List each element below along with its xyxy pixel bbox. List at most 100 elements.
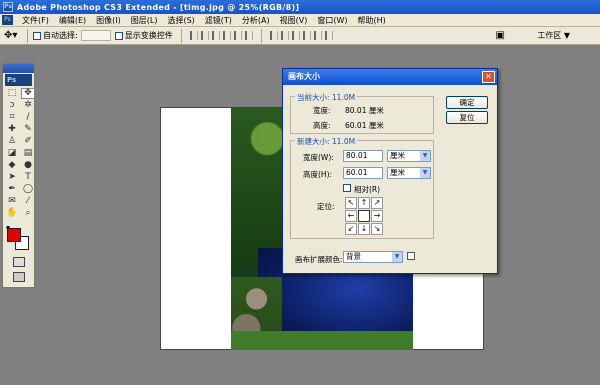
anchor-center[interactable] — [358, 210, 370, 222]
show-transform-label: 显示变换控件 — [124, 31, 173, 40]
new-width-unit-select[interactable]: 厘米 ▼ — [387, 150, 431, 162]
toolbox-brand: Ps — [5, 74, 32, 86]
menu-select[interactable]: 选择(S) — [162, 15, 199, 26]
ext-color-select[interactable]: 背景 ▼ — [343, 251, 403, 263]
history-brush-tool-icon[interactable]: ✐ — [21, 136, 35, 147]
anchor-top-left[interactable]: ↖ — [345, 197, 357, 209]
canvas-size-dialog: 画布大小 ✕ 当前大小: 11.0M 宽度: 80.01 厘米 高度: 60.0… — [282, 68, 498, 274]
relative-label: 相对(R) — [354, 185, 381, 194]
distribute-buttons — [269, 31, 333, 40]
align-bottom-icon[interactable] — [211, 31, 220, 40]
current-height-value: 60.01 厘米 — [345, 121, 384, 130]
anchor-grid: ↖ ↑ ↗ ← → ↙ ↓ ↘ — [345, 197, 383, 235]
blur-tool-icon[interactable]: ◆ — [5, 160, 19, 171]
gradient-tool-icon[interactable]: ▤ — [21, 148, 35, 159]
align-vcenter-icon[interactable] — [200, 31, 209, 40]
align-top-icon[interactable] — [189, 31, 198, 40]
dodge-tool-icon[interactable]: ● — [21, 160, 35, 171]
shape-tool-icon[interactable]: ◯ — [21, 184, 35, 195]
anchor-right[interactable]: → — [371, 210, 383, 222]
distribute-bottom-icon[interactable] — [291, 31, 300, 40]
magic-wand-tool-icon[interactable]: ✲ — [21, 100, 35, 111]
align-buttons — [189, 31, 253, 40]
screen-mode-icon[interactable] — [13, 272, 25, 282]
align-right-icon[interactable] — [244, 31, 253, 40]
anchor-bottom-right[interactable]: ↘ — [371, 223, 383, 235]
anchor-bottom-left[interactable]: ↙ — [345, 223, 357, 235]
distribute-left-icon[interactable] — [302, 31, 311, 40]
auto-select-dropdown[interactable] — [80, 30, 111, 41]
new-height-unit-select[interactable]: 厘米 ▼ — [387, 167, 431, 179]
foreground-color-swatch[interactable] — [7, 228, 21, 242]
camera-icon[interactable]: ▣ — [496, 30, 505, 41]
menu-help[interactable]: 帮助(H) — [353, 15, 391, 26]
chevron-down-icon: ▼ — [392, 252, 402, 262]
marquee-tool-icon[interactable]: ⬚ — [5, 88, 19, 99]
ext-color-label: 画布扩展颜色: — [295, 255, 343, 264]
relative-checkbox[interactable] — [343, 184, 351, 192]
distribute-vcenter-icon[interactable] — [280, 31, 289, 40]
menu-layer[interactable]: 图层(L) — [126, 15, 163, 26]
window-title: Adobe Photoshop CS3 Extended - [timg.jpg… — [17, 2, 300, 12]
slice-tool-icon[interactable]: ∕ — [21, 112, 35, 123]
brush-tool-icon[interactable]: ✎ — [21, 124, 35, 135]
move-tool-icon[interactable]: ✥▾ — [4, 30, 22, 42]
menu-view[interactable]: 视图(V) — [275, 15, 313, 26]
options-bar: ✥▾ 自动选择: 显示变换控件 ▣ 工作区 ▼ — [0, 27, 600, 45]
path-select-tool-icon[interactable]: ➤ — [5, 172, 19, 183]
chevron-down-icon: ▼ — [420, 151, 430, 161]
anchor-bottom[interactable]: ↓ — [358, 223, 370, 235]
reset-button[interactable]: 复位 — [446, 111, 488, 124]
eyedropper-tool-icon[interactable]: ⁄ — [21, 196, 35, 207]
photoshop-logo-icon[interactable]: Ps — [2, 15, 13, 25]
separator — [180, 28, 182, 43]
chevron-down-icon: ▼ — [420, 168, 430, 178]
ok-button[interactable]: 确定 — [446, 96, 488, 109]
align-hcenter-icon[interactable] — [233, 31, 242, 40]
current-size-title: 当前大小: 11.0M — [295, 92, 358, 103]
auto-select-label: 自动选择: — [43, 31, 78, 40]
toolbox-header[interactable] — [3, 64, 34, 73]
move-tool-icon[interactable]: ✥ — [21, 88, 35, 99]
menu-filter[interactable]: 滤镜(T) — [200, 15, 237, 26]
quick-mask-icon[interactable] — [13, 257, 25, 267]
eraser-tool-icon[interactable]: ◪ — [5, 148, 19, 159]
new-size-title: 新建大小: 11.0M — [295, 136, 358, 147]
menu-analysis[interactable]: 分析(A) — [237, 15, 275, 26]
menu-image[interactable]: 图像(I) — [91, 15, 126, 26]
menu-file[interactable]: 文件(F) — [17, 15, 54, 26]
anchor-top[interactable]: ↑ — [358, 197, 370, 209]
menu-edit[interactable]: 编辑(E) — [54, 15, 91, 26]
healing-tool-icon[interactable]: ✚ — [5, 124, 19, 135]
new-height-input[interactable]: 60.01 — [343, 167, 383, 179]
close-icon[interactable]: ✕ — [482, 71, 495, 83]
zoom-tool-icon[interactable]: ⌕ — [21, 208, 35, 219]
hand-tool-icon[interactable]: ✋ — [5, 208, 19, 219]
menu-window[interactable]: 窗口(W) — [312, 15, 352, 26]
crop-tool-icon[interactable]: ⌗ — [5, 112, 19, 123]
separator — [260, 28, 262, 43]
distribute-hcenter-icon[interactable] — [313, 31, 322, 40]
current-size-group: 当前大小: 11.0M 宽度: 80.01 厘米 高度: 60.01 厘米 — [290, 92, 434, 134]
distribute-right-icon[interactable] — [324, 31, 333, 40]
workspace-menu[interactable]: 工作区 ▼ — [537, 30, 570, 41]
new-width-label: 宽度(W): — [303, 153, 334, 162]
dialog-title: 画布大小 — [283, 69, 497, 85]
new-width-input[interactable]: 80.01 — [343, 150, 383, 162]
pen-tool-icon[interactable]: ✒ — [5, 184, 19, 195]
current-width-label: 宽度: — [313, 106, 331, 115]
auto-select-checkbox[interactable] — [33, 31, 41, 40]
lasso-tool-icon[interactable]: ↄ — [5, 100, 19, 111]
ext-color-swatch[interactable] — [407, 252, 415, 260]
show-transform-checkbox[interactable] — [114, 31, 123, 40]
anchor-label: 定位: — [317, 202, 335, 211]
notes-tool-icon[interactable]: ✉ — [5, 196, 19, 207]
align-left-icon[interactable] — [222, 31, 231, 40]
anchor-top-right[interactable]: ↗ — [371, 197, 383, 209]
stamp-tool-icon[interactable]: ♙ — [5, 136, 19, 147]
type-tool-icon[interactable]: T — [21, 172, 35, 183]
menu-bar: Ps 文件(F) 编辑(E) 图像(I) 图层(L) 选择(S) 滤镜(T) 分… — [0, 14, 600, 27]
window-titlebar: Ps Adobe Photoshop CS3 Extended - [timg.… — [0, 0, 600, 14]
distribute-top-icon[interactable] — [269, 31, 278, 40]
anchor-left[interactable]: ← — [345, 210, 357, 222]
